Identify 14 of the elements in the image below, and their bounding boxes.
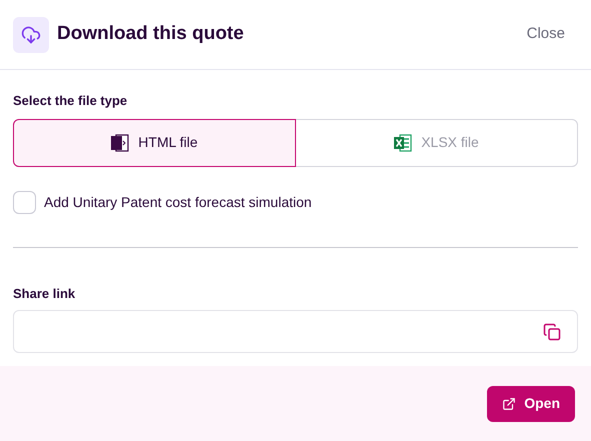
copy-icon[interactable]	[543, 322, 561, 340]
share-link-label: Share link	[13, 284, 76, 302]
checkbox[interactable]	[13, 190, 36, 214]
html-file-icon	[111, 134, 130, 152]
open-button[interactable]: Open	[487, 386, 575, 422]
checkbox-label: Add Unitary Patent cost forecast simulation	[44, 192, 312, 212]
spreadsheet-file-icon	[394, 134, 412, 152]
share-link-field[interactable]	[13, 310, 578, 353]
external-link-icon	[502, 396, 516, 410]
download-icon	[13, 16, 49, 52]
section-label: Select the file type	[13, 92, 128, 110]
file-type-option[interactable]: HTML file	[13, 118, 296, 166]
close-button[interactable]: Close	[526, 23, 565, 46]
dialog-title: Download this quote	[57, 22, 244, 46]
